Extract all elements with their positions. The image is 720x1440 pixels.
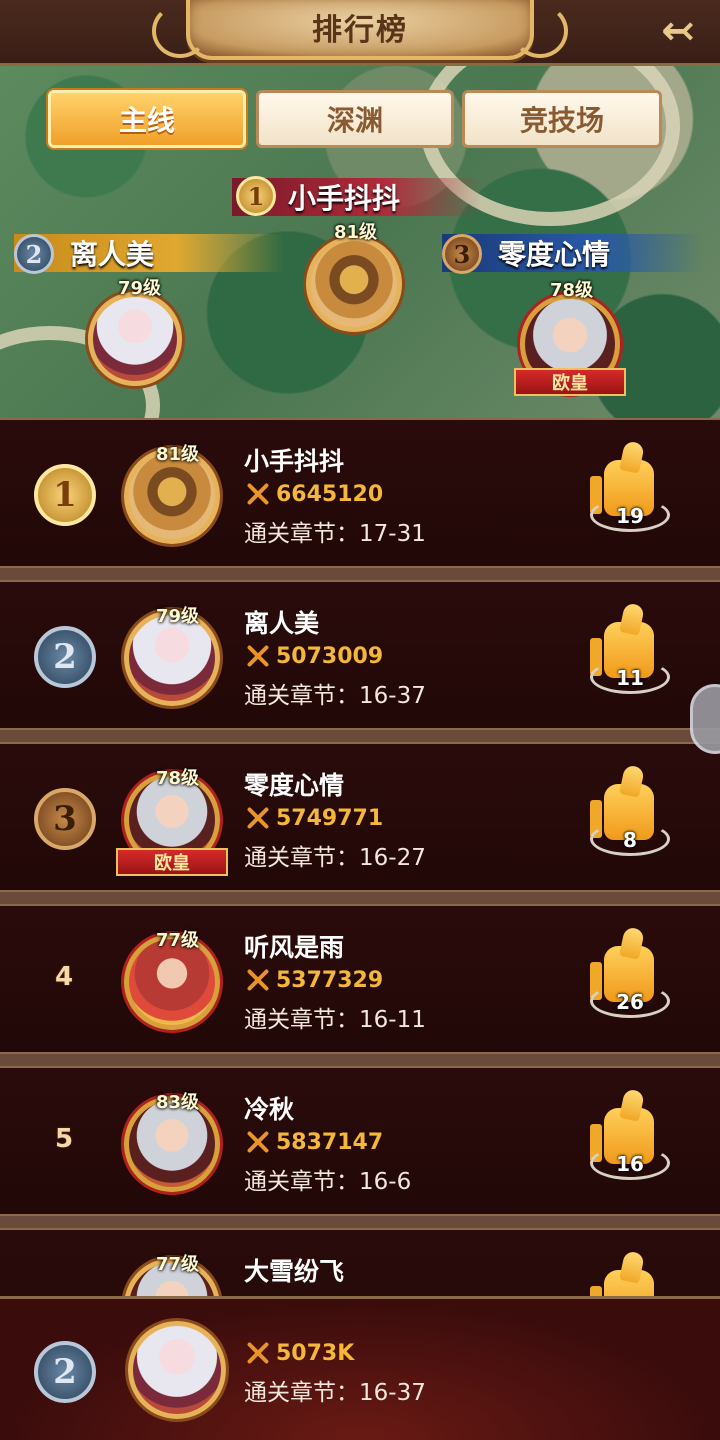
chapter-progress: 通关章节：16-37: [244, 683, 426, 709]
rank-medal-1: 1: [34, 464, 96, 526]
like-count: 26: [616, 990, 644, 1014]
podium-name-1: 小手抖抖: [288, 182, 401, 215]
thumbs-up-icon: [590, 1270, 654, 1296]
podium-avatar-2[interactable]: [88, 292, 182, 386]
power-stat: 5073009: [244, 642, 383, 670]
player-title-badge: 欧皇: [116, 848, 228, 876]
like-button[interactable]: 16: [590, 1108, 670, 1194]
rank-number: 4: [54, 962, 74, 992]
like-button[interactable]: 11: [590, 622, 670, 708]
player-name: 大雪纷飞: [244, 1257, 345, 1286]
crossed-swords-icon: [244, 804, 272, 832]
podium-level-2: 79级: [118, 278, 162, 299]
ranking-row-5[interactable]: 5 83级 冷秋 5837147 通关章节：16-6 16: [0, 1066, 720, 1216]
ranking-list[interactable]: 1 81级 小手抖抖 6645120 通关章节：17-31 19 2 79级 离…: [0, 418, 720, 1296]
like-count: 11: [616, 666, 644, 690]
podium-avatar-1[interactable]: [306, 236, 402, 332]
podium-level-3: 78级: [550, 280, 594, 301]
back-arrow-icon[interactable]: ↢: [648, 6, 708, 56]
podium-map: 主线 深渊 竞技场 小手抖抖 1 81级 离人美 2 79级 零度心情 3 78…: [0, 66, 720, 418]
ranking-row-6[interactable]: 77级 大雪纷飞: [0, 1228, 720, 1296]
player-level: 81级: [156, 444, 200, 465]
ranking-row-3[interactable]: 3 78级 欧皇 零度心情 5749771 通关章节：16-27 8: [0, 742, 720, 892]
power-value: 5377329: [276, 967, 384, 993]
like-count: 8: [623, 828, 637, 852]
ranking-row-1[interactable]: 1 81级 小手抖抖 6645120 通关章节：17-31 19: [0, 418, 720, 568]
power-stat: 5837147: [244, 1128, 383, 1156]
tab-abyss[interactable]: 深渊: [256, 90, 454, 148]
page-title: 排行榜: [312, 13, 408, 48]
power-value: 6645120: [276, 481, 384, 507]
like-button[interactable]: 8: [590, 784, 670, 870]
title-plaque: 排行榜: [152, 0, 568, 60]
like-button[interactable]: 26: [590, 946, 670, 1032]
like-count: 16: [616, 1152, 644, 1176]
crossed-swords-icon: [244, 642, 272, 670]
my-avatar[interactable]: [128, 1321, 226, 1419]
top-bar: 排行榜 ↢: [0, 0, 720, 66]
power-stat: 5377329: [244, 966, 383, 994]
chapter-progress: 通关章节：16-6: [244, 1169, 412, 1195]
my-power-value: 5073K: [276, 1340, 355, 1366]
power-value: 5837147: [276, 1129, 384, 1155]
like-count: 19: [616, 504, 644, 528]
podium-banner-2: 离人美: [14, 234, 284, 272]
power-value: 5749771: [276, 805, 384, 831]
my-rank-bar: 2 5073K 通关章节：16-37: [0, 1296, 720, 1440]
player-level: 79级: [156, 606, 200, 627]
podium-name-3: 零度心情: [498, 238, 611, 271]
player-level: 83级: [156, 1092, 200, 1113]
chapter-progress: 通关章节：16-11: [244, 1007, 426, 1033]
rank-number: 5: [54, 1124, 74, 1154]
crossed-swords-icon: [244, 480, 272, 508]
tab-main[interactable]: 主线: [48, 90, 246, 148]
podium-level-1: 81级: [334, 222, 378, 243]
side-drawer-handle[interactable]: [690, 684, 720, 754]
power-stat: 6645120: [244, 480, 383, 508]
player-level: 78级: [156, 768, 200, 789]
podium-rank-badge-2: 2: [14, 234, 54, 274]
player-level: 77级: [156, 1254, 200, 1275]
my-chapter-progress: 通关章节：16-37: [244, 1380, 426, 1406]
crossed-swords-icon: [244, 966, 272, 994]
tab-arena[interactable]: 竞技场: [462, 90, 662, 148]
player-name: 离人美: [244, 609, 320, 638]
crossed-swords-icon: [244, 1128, 272, 1156]
player-name: 零度心情: [244, 771, 345, 800]
chapter-progress: 通关章节：17-31: [244, 521, 426, 547]
like-button[interactable]: 19: [590, 460, 670, 546]
player-level: 77级: [156, 930, 200, 951]
power-value: 5073009: [276, 643, 384, 669]
ranking-row-4[interactable]: 4 77级 听风是雨 5377329 通关章节：16-11 26: [0, 904, 720, 1054]
rank-medal-2: 2: [34, 626, 96, 688]
my-power-stat: 5073K: [244, 1339, 354, 1367]
podium-name-2: 离人美: [70, 238, 155, 271]
chapter-progress: 通关章节：16-27: [244, 845, 426, 871]
player-name: 冷秋: [244, 1095, 295, 1124]
like-button[interactable]: [590, 1270, 670, 1296]
podium-rank-badge-3: 3: [442, 234, 482, 274]
player-name: 听风是雨: [244, 933, 345, 962]
crossed-swords-icon: [244, 1339, 272, 1367]
power-stat: 5749771: [244, 804, 383, 832]
podium-title-badge-3: 欧皇: [514, 368, 626, 396]
player-name: 小手抖抖: [244, 447, 345, 476]
rank-medal-3: 3: [34, 788, 96, 850]
my-rank-medal: 2: [34, 1341, 96, 1403]
ranking-row-2[interactable]: 2 79级 离人美 5073009 通关章节：16-37 11: [0, 580, 720, 730]
podium-rank-badge-1: 1: [236, 176, 276, 216]
